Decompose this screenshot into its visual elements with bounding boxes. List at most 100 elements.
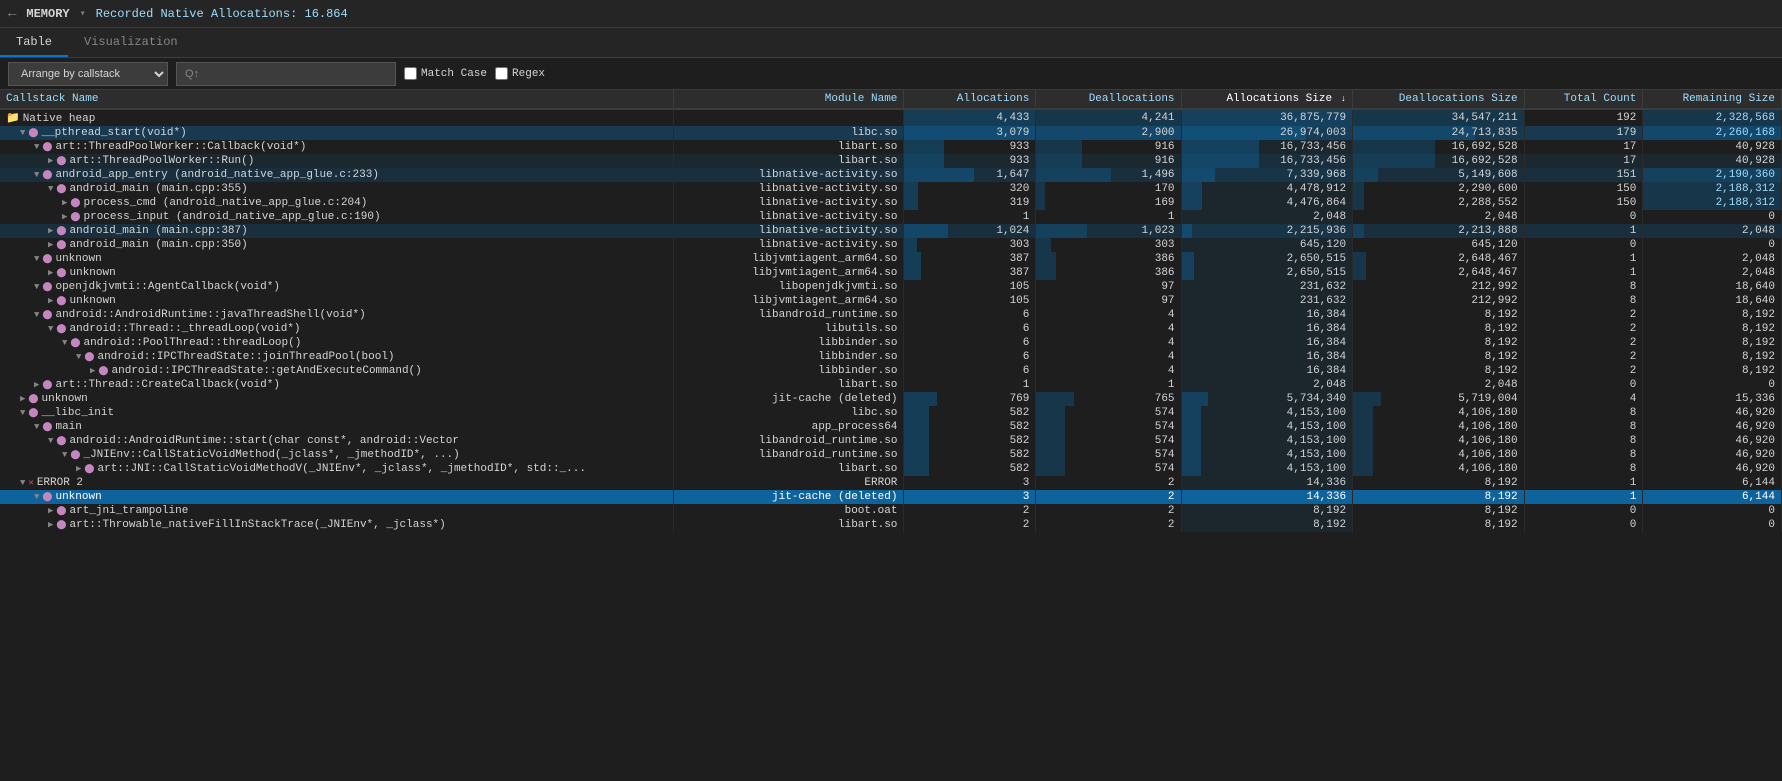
table-row[interactable]: ▼✕ERROR 2ERROR3214,3368,19216,144: [0, 476, 1782, 490]
expand-icon[interactable]: ▼: [34, 170, 39, 180]
expand-icon[interactable]: ▶: [48, 226, 53, 236]
table-row[interactable]: ▶⬤process_input (android_native_app_glue…: [0, 210, 1782, 224]
table-row[interactable]: ▼⬤android::PoolThread::threadLoop()libbi…: [0, 336, 1782, 350]
table-row[interactable]: ▼⬤android::AndroidRuntime::start(char co…: [0, 434, 1782, 448]
total-cell: 1: [1524, 266, 1643, 280]
table-row[interactable]: ▼⬤unknownlibjvmtiagent_arm64.so3873862,6…: [0, 252, 1782, 266]
expand-icon[interactable]: ▼: [34, 492, 39, 502]
alloc-cell: 105: [904, 280, 1036, 294]
remaining-cell: 8,192: [1643, 350, 1782, 364]
expand-icon[interactable]: ▼: [62, 450, 67, 460]
expand-icon[interactable]: ▼: [34, 282, 39, 292]
col-header-allocsize[interactable]: Allocations Size ↓: [1181, 90, 1353, 109]
table-row[interactable]: ▶⬤art::Throwable_nativeFillInStackTrace(…: [0, 518, 1782, 532]
col-header-dealloc[interactable]: Deallocations: [1036, 90, 1181, 109]
table-row[interactable]: ▶⬤android::IPCThreadState::getAndExecute…: [0, 364, 1782, 378]
match-case-checkbox[interactable]: [404, 67, 417, 80]
expand-icon[interactable]: ▼: [48, 324, 53, 334]
expand-icon[interactable]: ▶: [62, 212, 67, 222]
table-row[interactable]: ▶⬤art_jni_trampolineboot.oat228,1928,192…: [0, 504, 1782, 518]
total-cell: 8: [1524, 406, 1643, 420]
alloc-cell: 387: [904, 266, 1036, 280]
expand-icon[interactable]: ▶: [48, 268, 53, 278]
table-row[interactable]: ▼⬤__pthread_start(void*)libc.so3,0792,90…: [0, 126, 1782, 140]
expand-icon[interactable]: ▶: [48, 296, 53, 306]
table-row[interactable]: ▼⬤__libc_initlibc.so5825744,153,1004,106…: [0, 406, 1782, 420]
allocsize-cell: 8,192: [1181, 518, 1353, 532]
table-row[interactable]: ▶⬤unknownjit-cache (deleted)7697655,734,…: [0, 392, 1782, 406]
alloc-cell: 303: [904, 238, 1036, 252]
table-row[interactable]: ▶⬤art::JNI::CallStaticVoidMethodV(_JNIEn…: [0, 462, 1782, 476]
callstack-name: __libc_init: [41, 407, 114, 419]
callstack-name: android::IPCThreadState::getAndExecuteCo…: [112, 365, 422, 377]
col-header-remaining[interactable]: Remaining Size: [1643, 90, 1782, 109]
allocsize-cell: 16,384: [1181, 322, 1353, 336]
table-row[interactable]: ▶⬤process_cmd (android_native_app_glue.c…: [0, 196, 1782, 210]
expand-icon[interactable]: ▼: [62, 338, 67, 348]
arrange-select[interactable]: Arrange by callstack: [8, 62, 168, 86]
regex-checkbox[interactable]: [495, 67, 508, 80]
callstack-cell: ▶⬤android_main (main.cpp:387): [0, 224, 673, 238]
col-header-module[interactable]: Module Name: [673, 90, 904, 109]
app-dropdown-icon[interactable]: ▾: [80, 8, 86, 20]
table-row[interactable]: ▼⬤android_main (main.cpp:355)libnative-a…: [0, 182, 1782, 196]
expand-icon[interactable]: ▶: [48, 506, 53, 516]
callstack-cell: ▶⬤unknown: [0, 294, 673, 308]
table-row[interactable]: ▶⬤art::ThreadPoolWorker::Run()libart.so9…: [0, 154, 1782, 168]
callstack-cell: ▶⬤unknown: [0, 392, 673, 406]
col-header-callstack[interactable]: Callstack Name: [0, 90, 673, 109]
expand-icon[interactable]: ▼: [20, 408, 25, 418]
expand-icon[interactable]: ▼: [20, 478, 25, 488]
tab-table[interactable]: Table: [0, 28, 68, 57]
expand-icon[interactable]: ▼: [34, 254, 39, 264]
expand-icon[interactable]: ▶: [90, 366, 95, 376]
alloc-cell: 320: [904, 182, 1036, 196]
table-row[interactable]: ▶⬤unknownlibjvmtiagent_arm64.so10597231,…: [0, 294, 1782, 308]
col-header-deallocsize[interactable]: Deallocations Size: [1353, 90, 1525, 109]
col-header-alloc[interactable]: Allocations: [904, 90, 1036, 109]
total-cell: 2: [1524, 322, 1643, 336]
total-cell: 179: [1524, 126, 1643, 140]
deallocsize-cell: 212,992: [1353, 280, 1525, 294]
match-case-checkbox-label[interactable]: Match Case: [404, 67, 487, 80]
expand-icon[interactable]: ▶: [34, 380, 39, 390]
table-row[interactable]: ▶⬤unknownlibjvmtiagent_arm64.so3873862,6…: [0, 266, 1782, 280]
table-row[interactable]: 📁Native heap4,4334,24136,875,77934,547,2…: [0, 109, 1782, 126]
expand-icon[interactable]: ▼: [34, 310, 39, 320]
table-row[interactable]: ▼⬤unknownjit-cache (deleted)3214,3368,19…: [0, 490, 1782, 504]
expand-icon[interactable]: ▼: [20, 128, 25, 138]
search-input[interactable]: [176, 62, 396, 86]
table-row[interactable]: ▼⬤android_app_entry (android_native_app_…: [0, 168, 1782, 182]
remaining-cell: 8,192: [1643, 336, 1782, 350]
expand-icon[interactable]: ▶: [76, 464, 81, 474]
table-row[interactable]: ▼⬤mainapp_process645825744,153,1004,106,…: [0, 420, 1782, 434]
deallocsize-cell: 2,648,467: [1353, 266, 1525, 280]
module-cell: libc.so: [673, 406, 904, 420]
table-row[interactable]: ▼⬤_JNIEnv::CallStaticVoidMethod(_jclass*…: [0, 448, 1782, 462]
expand-icon[interactable]: ▶: [48, 156, 53, 166]
expand-icon[interactable]: ▼: [34, 422, 39, 432]
col-header-total[interactable]: Total Count: [1524, 90, 1643, 109]
table-row[interactable]: ▶⬤android_main (main.cpp:387)libnative-a…: [0, 224, 1782, 238]
expand-icon[interactable]: ▶: [48, 520, 53, 530]
expand-icon[interactable]: ▼: [34, 142, 39, 152]
tab-visualization[interactable]: Visualization: [68, 28, 194, 57]
table-row[interactable]: ▼⬤art::ThreadPoolWorker::Callback(void*)…: [0, 140, 1782, 154]
callstack-cell: ▶⬤process_cmd (android_native_app_glue.c…: [0, 196, 673, 210]
deallocsize-cell: 24,713,835: [1353, 126, 1525, 140]
back-button[interactable]: ←: [8, 6, 16, 22]
table-row[interactable]: ▼⬤android::IPCThreadState::joinThreadPoo…: [0, 350, 1782, 364]
table-row[interactable]: ▼⬤android::Thread::_threadLoop(void*)lib…: [0, 322, 1782, 336]
expand-icon[interactable]: ▶: [20, 394, 25, 404]
expand-icon[interactable]: ▶: [48, 240, 53, 250]
expand-icon[interactable]: ▼: [76, 352, 81, 362]
table-row[interactable]: ▶⬤android_main (main.cpp:350)libnative-a…: [0, 238, 1782, 252]
table-row[interactable]: ▼⬤android::AndroidRuntime::javaThreadShe…: [0, 308, 1782, 322]
table-row[interactable]: ▶⬤art::Thread::CreateCallback(void*)liba…: [0, 378, 1782, 392]
expand-icon[interactable]: ▶: [62, 198, 67, 208]
expand-icon[interactable]: ▼: [48, 184, 53, 194]
table-row[interactable]: ▼⬤openjdkjvmti::AgentCallback(void*)libo…: [0, 280, 1782, 294]
expand-icon[interactable]: ▼: [48, 436, 53, 446]
total-cell: 8: [1524, 434, 1643, 448]
regex-checkbox-label[interactable]: Regex: [495, 67, 545, 80]
